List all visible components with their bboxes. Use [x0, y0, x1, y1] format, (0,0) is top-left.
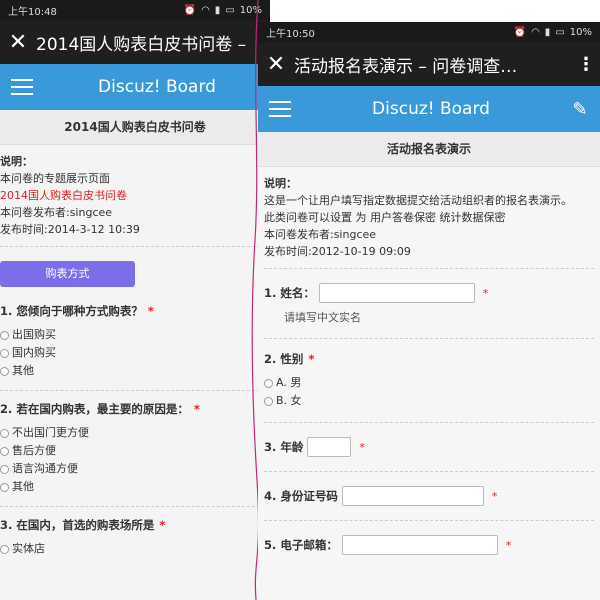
menu-icon[interactable] — [0, 79, 44, 95]
right-phone-screen: 上午10:50 ⏰ ◠ ▮ ▭ 10% ✕ 活动报名表演示 – 问卷调查… ⋮ … — [258, 22, 600, 600]
battery-icon: ▭ — [225, 4, 235, 16]
field-label: 3. 年龄 — [264, 439, 304, 454]
id-number-input[interactable] — [341, 486, 484, 506]
question-3: 3. 在国内，首选的购表场所是 * 实体店 — [0, 507, 270, 568]
wifi-icon: ◠ — [201, 4, 210, 16]
option[interactable]: 实体店 — [0, 540, 270, 558]
info-line: 本问卷的专题展示页面 — [0, 172, 110, 185]
option[interactable]: 国内购买 — [0, 344, 270, 362]
required-mark: * — [505, 538, 512, 552]
menu-icon[interactable] — [258, 101, 302, 117]
field-name: 1. 姓名： * 请填写中文实名 — [264, 269, 594, 339]
required-mark: * — [159, 518, 166, 532]
question-1: 1. 您倾向于哪种方式购表？ * 出国购买 国内购买 其他 — [0, 293, 270, 391]
field-label: 5. 电子邮箱： — [264, 537, 338, 552]
radio-icon[interactable] — [0, 544, 9, 554]
age-input[interactable] — [307, 437, 352, 457]
field-label: 2. 性别 — [264, 352, 304, 366]
field-label: 1. 姓名： — [264, 285, 315, 300]
wifi-icon: ◠ — [531, 26, 540, 38]
option[interactable]: A. 男 — [264, 374, 594, 392]
info-line: 此类问卷可以设置 为 用户答卷保密 统计数据保密 — [264, 211, 506, 224]
option[interactable]: 其他 — [0, 478, 270, 496]
required-mark: * — [193, 402, 200, 416]
question-2: 2. 若在国内购表，最主要的原因是： * 不出国门更方便 售后方便 语言沟通方便 … — [0, 391, 270, 507]
field-age: 3. 年龄 * — [264, 423, 594, 472]
edit-icon[interactable]: ✎ — [560, 99, 600, 120]
survey-title: 活动报名表演示 — [258, 132, 600, 167]
battery-level: 10% — [569, 26, 592, 38]
field-hint: 请填写中文实名 — [284, 311, 361, 324]
publisher: 本问卷发布者:singcee — [0, 206, 113, 219]
more-options-icon[interactable]: ⋮ — [572, 54, 600, 75]
radio-icon[interactable] — [264, 396, 273, 406]
info-label: 说明： — [264, 177, 297, 190]
publish-date: 发布时间:2012-10-19 09:09 — [264, 245, 411, 258]
alarm-icon: ⏰ — [513, 26, 527, 38]
battery-icon: ▭ — [555, 26, 565, 38]
radio-icon[interactable] — [0, 446, 9, 456]
close-icon[interactable]: ✕ — [258, 52, 294, 77]
survey-link[interactable]: 2014国人购表白皮书问卷 — [0, 187, 270, 204]
option[interactable]: B. 女 — [264, 392, 594, 410]
forum-app-bar: Discuz! Board ✎ — [258, 86, 600, 132]
field-label: 4. 身份证号码 — [264, 488, 338, 503]
info-label: 说明： — [0, 155, 33, 168]
question-title: 2. 若在国内购表，最主要的原因是： — [0, 402, 189, 416]
survey-info: 说明： 这是一个让用户填写指定数据提交给活动组织者的报名表演示。 此类问卷可以设… — [264, 175, 594, 269]
radio-icon[interactable] — [0, 464, 9, 474]
option[interactable]: 不出国门更方便 — [0, 424, 270, 442]
required-mark: * — [482, 286, 489, 300]
option[interactable]: 售后方便 — [0, 442, 270, 460]
alarm-icon: ⏰ — [183, 4, 197, 16]
option[interactable]: 出国购买 — [0, 326, 270, 344]
radio-icon[interactable] — [0, 428, 9, 438]
publisher: 本问卷发布者:singcee — [264, 228, 377, 241]
radio-icon[interactable] — [0, 348, 9, 358]
radio-icon[interactable] — [0, 366, 9, 376]
option[interactable]: 其他 — [0, 362, 270, 380]
signal-icon: ▮ — [544, 26, 551, 38]
page-title: 2014国人购表白皮书问卷 – — [36, 34, 247, 55]
browser-titlebar: ✕ 2014国人购表白皮书问卷 – — [0, 20, 270, 64]
survey-info: 说明： 本问卷的专题展示页面 2014国人购表白皮书问卷 本问卷发布者:sing… — [0, 153, 270, 247]
field-email: 5. 电子邮箱： * — [264, 521, 594, 569]
forum-app-bar: Discuz! Board — [0, 64, 270, 110]
publish-date: 发布时间:2014-3-12 10:39 — [0, 223, 140, 236]
status-bar: 上午10:48 ⏰ ◠ ▮ ▭ 10% — [0, 0, 270, 20]
field-gender: 2. 性别 * A. 男 B. 女 — [264, 339, 594, 423]
email-input[interactable] — [341, 535, 498, 555]
info-line: 这是一个让用户填写指定数据提交给活动组织者的报名表演示。 — [264, 194, 572, 207]
required-mark: * — [491, 489, 498, 503]
signal-icon: ▮ — [214, 4, 221, 16]
radio-icon[interactable] — [0, 330, 9, 340]
left-phone-screen: 上午10:48 ⏰ ◠ ▮ ▭ 10% ✕ 2014国人购表白皮书问卷 – Di… — [0, 0, 270, 600]
field-id-number: 4. 身份证号码 * — [264, 472, 594, 521]
page-title: 活动报名表演示 – 问卷调查… — [294, 56, 518, 77]
radio-icon[interactable] — [0, 482, 9, 492]
close-icon[interactable]: ✕ — [0, 30, 36, 55]
question-title: 3. 在国内，首选的购表场所是 — [0, 518, 155, 532]
radio-icon[interactable] — [264, 378, 273, 388]
question-title: 1. 您倾向于哪种方式购表？ — [0, 304, 143, 318]
forum-brand: Discuz! Board — [98, 77, 216, 97]
option[interactable]: 语言沟通方便 — [0, 460, 270, 478]
required-mark: * — [359, 440, 365, 454]
browser-titlebar: ✕ 活动报名表演示 – 问卷调查… ⋮ — [258, 42, 600, 86]
status-time: 上午10:50 — [266, 28, 315, 40]
required-mark: * — [308, 352, 315, 366]
section-button-purchase-method[interactable]: 购表方式 — [0, 261, 135, 287]
name-input[interactable] — [318, 283, 475, 303]
status-bar: 上午10:50 ⏰ ◠ ▮ ▭ 10% — [258, 22, 600, 42]
survey-title: 2014国人购表白皮书问卷 — [0, 110, 270, 145]
required-mark: * — [147, 304, 154, 318]
status-time: 上午10:48 — [8, 6, 57, 18]
forum-brand: Discuz! Board — [372, 99, 490, 119]
